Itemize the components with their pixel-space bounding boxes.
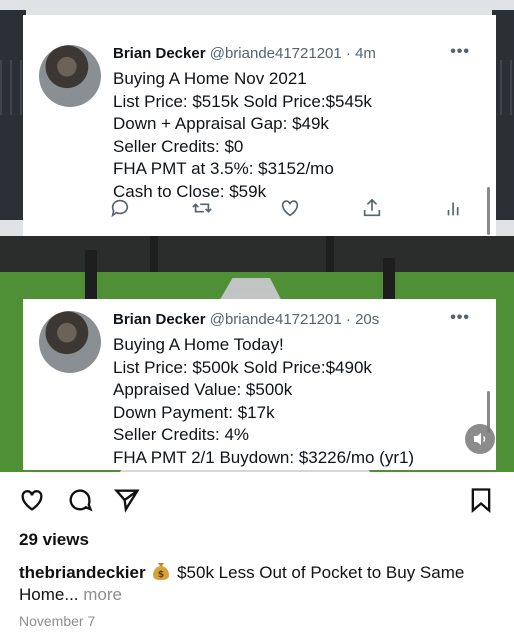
send-icon[interactable] — [113, 486, 141, 514]
tweet-actions — [109, 197, 469, 219]
tweet-line: Down + Appraisal Gap: $49k — [113, 114, 329, 134]
moneybag-icon: $ — [153, 563, 170, 580]
more-icon[interactable]: ••• — [450, 309, 470, 327]
tweet-line: FHA PMT at 3.5%: $3152/mo — [113, 159, 334, 179]
svg-text:$: $ — [158, 570, 164, 580]
comment-icon[interactable] — [66, 486, 94, 514]
tweet-header: Brian Decker @briande41721201 · 20s — [113, 311, 379, 328]
handle-time: @briande41721201 · 4m — [209, 45, 376, 62]
post-date: November 7 — [19, 613, 96, 629]
analytics-icon[interactable] — [443, 197, 465, 219]
tweet-text: Buying A Home Today! List Price: $500k S… — [113, 334, 414, 470]
lamp-post — [85, 250, 97, 300]
avatar[interactable] — [39, 45, 101, 107]
tweet-line: Appraised Value: $500k — [113, 380, 293, 400]
tweet-card-1: Brian Decker @briande41721201 · 4m ••• B… — [23, 15, 496, 236]
house-porch — [0, 236, 514, 272]
caption-username[interactable]: thebriandeckier — [19, 563, 146, 582]
tweet-line: Down Payment: $17k — [113, 402, 275, 422]
retweet-icon[interactable] — [191, 197, 213, 219]
tweet-line: Seller Credits: $0 — [113, 136, 244, 156]
tweet-header: Brian Decker @briande41721201 · 4m — [113, 45, 376, 62]
post-caption: thebriandeckier $ $50k Less Out of Pocke… — [19, 561, 499, 606]
tweet-line: Seller Credits: 4% — [113, 425, 250, 445]
share-icon[interactable] — [361, 197, 383, 219]
author-name[interactable]: Brian Decker — [113, 45, 206, 62]
tweet-line: FHA PMT 2/1 Buydown: $3226/mo (yr1) — [113, 447, 415, 467]
avatar[interactable] — [39, 311, 101, 373]
lamp-post — [326, 236, 334, 272]
tweet-line: List Price: $500k Sold Price:$490k — [113, 357, 372, 377]
tweet-line: Buying A Home Nov 2021 — [113, 69, 307, 88]
tweet-line: List Price: $515k Sold Price:$545k — [113, 91, 372, 111]
like-icon[interactable] — [279, 197, 301, 219]
post-actions — [0, 484, 514, 516]
lamp-post — [150, 236, 158, 272]
more-icon[interactable]: ••• — [450, 43, 470, 61]
handle-time: @briande41721201 · 20s — [209, 311, 380, 328]
reply-icon[interactable] — [109, 197, 131, 219]
tweet-line: Buying A Home Today! — [113, 335, 284, 354]
speaker-mute-icon[interactable] — [465, 424, 495, 454]
bookmark-icon[interactable] — [467, 486, 495, 514]
caption-more-link[interactable]: more — [83, 585, 122, 604]
heart-icon[interactable] — [18, 486, 46, 514]
view-count[interactable]: 29 views — [19, 530, 89, 550]
tweet-text: Buying A Home Nov 2021 List Price: $515k… — [113, 68, 372, 204]
lamp-post — [383, 258, 395, 300]
author-name[interactable]: Brian Decker — [113, 311, 206, 328]
tweet-card-2: Brian Decker @briande41721201 · 20s ••• … — [23, 299, 496, 470]
scrollbar[interactable] — [487, 187, 490, 235]
